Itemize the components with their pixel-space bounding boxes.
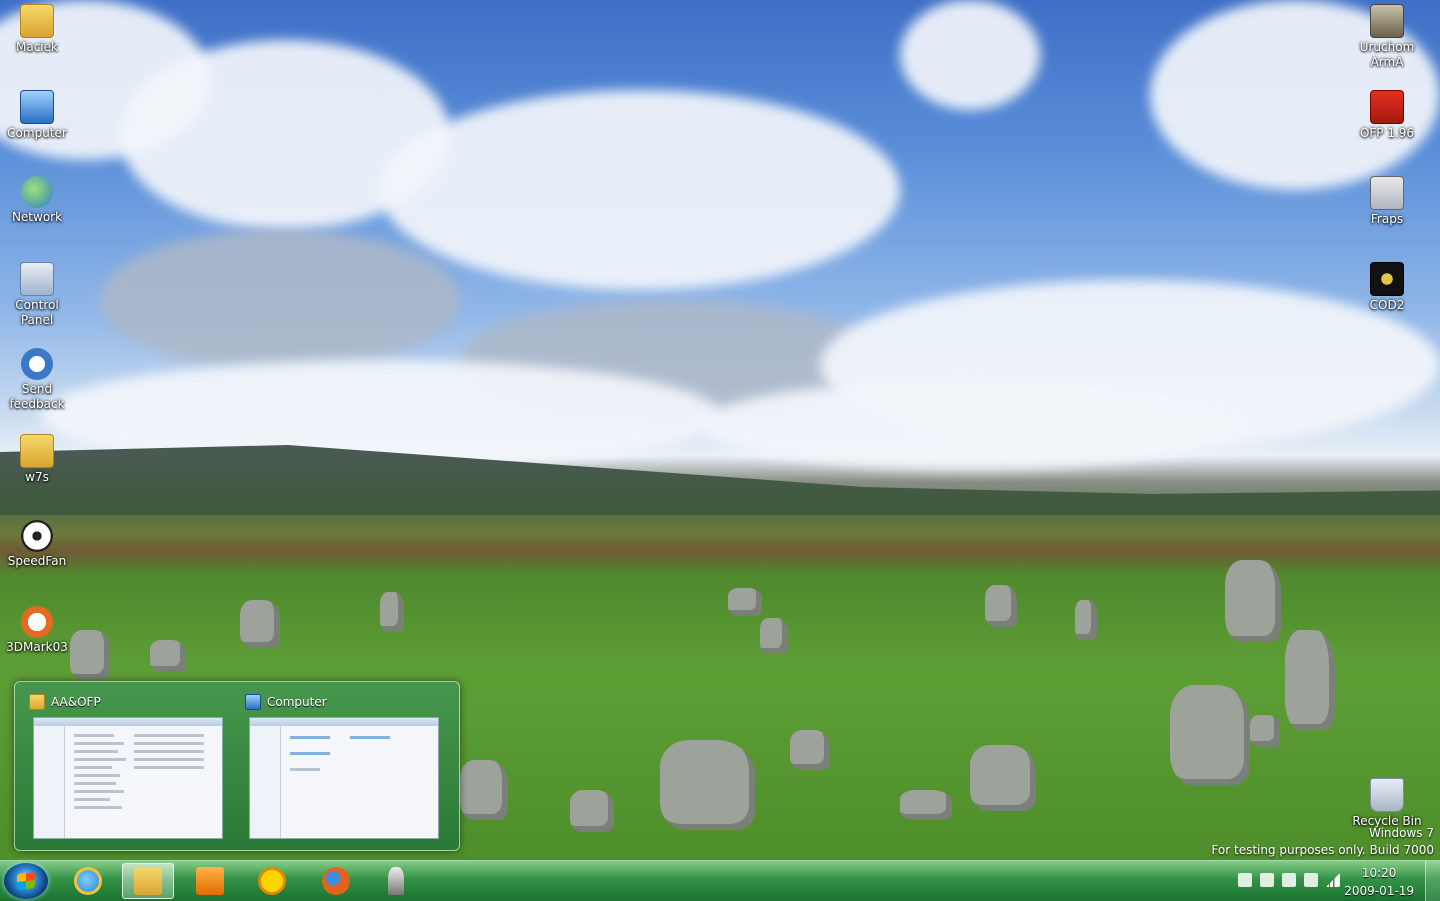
network-signal-icon[interactable] [1326, 873, 1340, 887]
desktop-icon-computer[interactable]: Computer [0, 90, 74, 141]
desktop-icon-send-feedback[interactable]: Send feedback [0, 348, 74, 412]
taskbar-media-player[interactable] [184, 863, 236, 899]
desktop-icon-label: Computer [7, 126, 67, 140]
clock-time: 10:20 [1361, 866, 1397, 880]
thumbnail-aa-ofp[interactable]: AA&OFP [29, 692, 227, 842]
user-folder-icon [20, 4, 54, 38]
firefox-icon [322, 867, 350, 895]
chess-pawn-icon [388, 867, 404, 895]
desktop-icon-arma[interactable]: Uruchom ArmA [1350, 4, 1424, 70]
arma-icon [1370, 4, 1404, 38]
speedfan-icon [21, 520, 53, 552]
cod2-icon [1370, 262, 1404, 296]
smiley-icon [258, 867, 286, 895]
desktop-icon-network[interactable]: Network [0, 176, 74, 225]
clock[interactable]: 10:20 2009-01-19 [1344, 866, 1414, 899]
folder-icon [20, 434, 54, 468]
thumbnail-title: AA&OFP [51, 695, 101, 709]
action-center-flag-icon[interactable] [1282, 873, 1296, 887]
desktop-icon-w7s[interactable]: w7s [0, 434, 74, 485]
taskbar-internet-explorer[interactable] [62, 863, 114, 899]
window-preview-image [33, 717, 223, 839]
internet-explorer-icon [74, 867, 102, 895]
desktop-icon-label: Uruchom ArmA [1359, 40, 1415, 69]
desktop-icon-cod2[interactable]: COD2 [1350, 262, 1424, 313]
desktop-icon-label: COD2 [1369, 298, 1405, 312]
ofp-icon [1370, 90, 1404, 124]
taskbar-smiley-app[interactable] [246, 863, 298, 899]
clock-date: 2009-01-19 [1344, 884, 1414, 898]
show-desktop-button[interactable] [1425, 861, 1440, 901]
3dmark-icon [21, 606, 53, 638]
computer-icon [20, 90, 54, 124]
watermark-line2: For testing purposes only. Build 7000 [1211, 843, 1434, 857]
desktop-icon-ofp[interactable]: OFP 1.96 [1350, 90, 1424, 141]
windows-logo-icon [17, 872, 35, 890]
taskbar-windows-explorer[interactable] [122, 863, 174, 899]
desktop-icon-label: Send feedback [9, 382, 65, 411]
desktop-icon-3dmark03[interactable]: 3DMark03 [0, 606, 74, 655]
desktop-icon-recycle-bin[interactable]: Recycle Bin [1350, 778, 1424, 829]
taskbar-chess[interactable] [370, 863, 422, 899]
network-icon [21, 176, 53, 208]
system-tray [1238, 873, 1340, 887]
desktop-icon-speedfan[interactable]: SpeedFan [0, 520, 74, 569]
media-player-icon [196, 867, 224, 895]
keyboard-icon[interactable] [1238, 873, 1252, 887]
taskbar-firefox[interactable] [310, 863, 362, 899]
desktop-icon-label: w7s [25, 470, 49, 484]
control-panel-icon [20, 262, 54, 296]
desktop-icon-label: 3DMark03 [6, 640, 68, 654]
desktop-icon-label: OFP 1.96 [1359, 126, 1415, 140]
recycle-bin-icon [1370, 778, 1404, 812]
folder-explorer-icon [134, 867, 162, 895]
desktop-icon-maciek[interactable]: Maciek [0, 4, 74, 55]
volume-icon[interactable] [1260, 873, 1274, 887]
thumbnail-title: Computer [267, 695, 327, 709]
desktop-icon-control-panel[interactable]: Control Panel [0, 262, 74, 328]
fraps-icon [1370, 176, 1404, 210]
taskbar: 10:20 2009-01-19 [0, 860, 1440, 901]
start-button[interactable] [4, 863, 48, 899]
sync-icon[interactable] [1304, 873, 1318, 887]
taskbar-thumbnail-popup: AA&OFP Computer [14, 681, 460, 851]
desktop-icon-label: Control Panel [15, 298, 59, 327]
folder-icon [29, 694, 45, 710]
send-feedback-icon [21, 348, 53, 380]
thumbnail-computer[interactable]: Computer [245, 692, 443, 842]
desktop-icon-fraps[interactable]: Fraps [1350, 176, 1424, 227]
desktop-icon-label: Fraps [1370, 212, 1404, 226]
computer-icon [245, 694, 261, 710]
desktop-icon-label: Network [11, 210, 63, 224]
window-preview-image [249, 717, 439, 839]
watermark-line1: Windows 7 [1368, 826, 1434, 840]
desktop-icon-label: Maciek [16, 40, 58, 54]
windows-watermark: Windows 7 For testing purposes only. Bui… [1211, 826, 1434, 857]
desktop-icon-label: SpeedFan [7, 554, 67, 568]
